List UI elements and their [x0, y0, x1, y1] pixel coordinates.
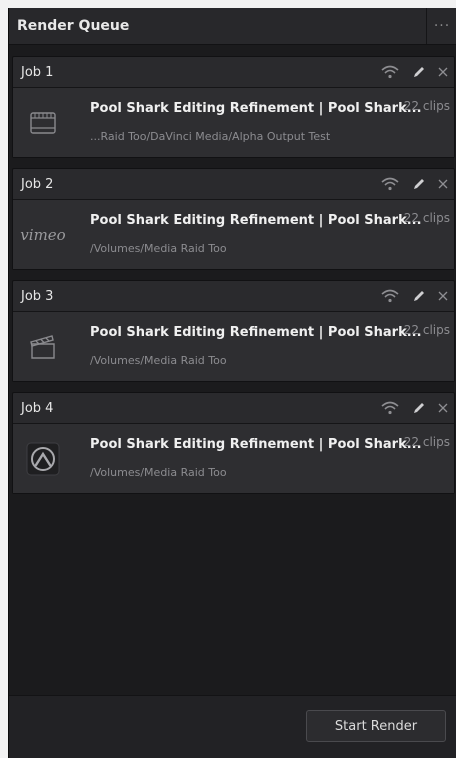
job-body: Pool Shark Editing Refinement | Pool Sha…: [13, 312, 454, 381]
job-header: Job 1: [13, 57, 454, 88]
job-clip-count: 22 clips: [403, 323, 450, 337]
job-path: /Volumes/Media Raid Too: [90, 242, 227, 255]
film-frame-icon: [25, 105, 61, 141]
panel-title: Render Queue: [17, 18, 130, 34]
remote-render-icon[interactable]: [380, 289, 400, 303]
close-icon[interactable]: [438, 291, 448, 301]
edit-pencil-icon[interactable]: [412, 65, 426, 79]
app-logo-icon: [25, 441, 61, 477]
vimeo-logo-icon: vimeo: [20, 217, 65, 253]
job-list: Job 1 Pool Shark Editing Refinement | Po…: [12, 56, 455, 504]
job-body: Pool Shark Editing Refinement | Pool Sha…: [13, 88, 454, 157]
job-label: Job 1: [21, 64, 54, 80]
job-clip-count: 22 clips: [403, 211, 450, 225]
job-body: Pool Shark Editing Refinement | Pool Sha…: [13, 424, 454, 493]
job-card[interactable]: Job 1 Pool Shark Editing Refinement | Po…: [12, 56, 455, 158]
job-header: Job 4: [13, 393, 454, 424]
job-body: vimeo Pool Shark Editing Refinement | Po…: [13, 200, 454, 269]
job-title: Pool Shark Editing Refinement | Pool Sha…: [90, 213, 422, 228]
edit-pencil-icon[interactable]: [412, 177, 426, 191]
remote-render-icon[interactable]: [380, 177, 400, 191]
job-title: Pool Shark Editing Refinement | Pool Sha…: [90, 437, 422, 452]
panel-header: Render Queue ···: [9, 8, 456, 45]
job-path: /Volumes/Media Raid Too: [90, 354, 227, 367]
remote-render-icon[interactable]: [380, 401, 400, 415]
job-title: Pool Shark Editing Refinement | Pool Sha…: [90, 325, 422, 340]
close-icon[interactable]: [438, 403, 448, 413]
clapperboard-icon: [25, 329, 61, 365]
job-header: Job 3: [13, 281, 454, 312]
render-queue-panel: Render Queue ··· Job 1 Pool Shark Editin…: [8, 8, 456, 758]
close-icon[interactable]: [438, 179, 448, 189]
job-label: Job 4: [21, 400, 54, 416]
job-card[interactable]: Job 2 vimeo Pool Shark Editing Refinemen…: [12, 168, 455, 270]
job-label: Job 2: [21, 176, 54, 192]
edit-pencil-icon[interactable]: [412, 289, 426, 303]
job-path: ...Raid Too/DaVinci Media/Alpha Output T…: [90, 130, 331, 143]
start-render-button[interactable]: Start Render: [306, 710, 446, 742]
job-card[interactable]: Job 4 Pool Shark Editing Refinement | Po…: [12, 392, 455, 494]
close-icon[interactable]: [438, 67, 448, 77]
job-clip-count: 22 clips: [403, 435, 450, 449]
more-dots-icon[interactable]: ···: [426, 8, 456, 44]
job-path: /Volumes/Media Raid Too: [90, 466, 227, 479]
job-clip-count: 22 clips: [403, 99, 450, 113]
panel-footer: Start Render: [9, 695, 456, 758]
job-header: Job 2: [13, 169, 454, 200]
job-card[interactable]: Job 3 Pool Shark Editing Refinement | Po…: [12, 280, 455, 382]
edit-pencil-icon[interactable]: [412, 401, 426, 415]
vimeo-logo-text: vimeo: [20, 226, 66, 244]
job-title: Pool Shark Editing Refinement | Pool Sha…: [90, 101, 422, 116]
job-label: Job 3: [21, 288, 54, 304]
remote-render-icon[interactable]: [380, 65, 400, 79]
